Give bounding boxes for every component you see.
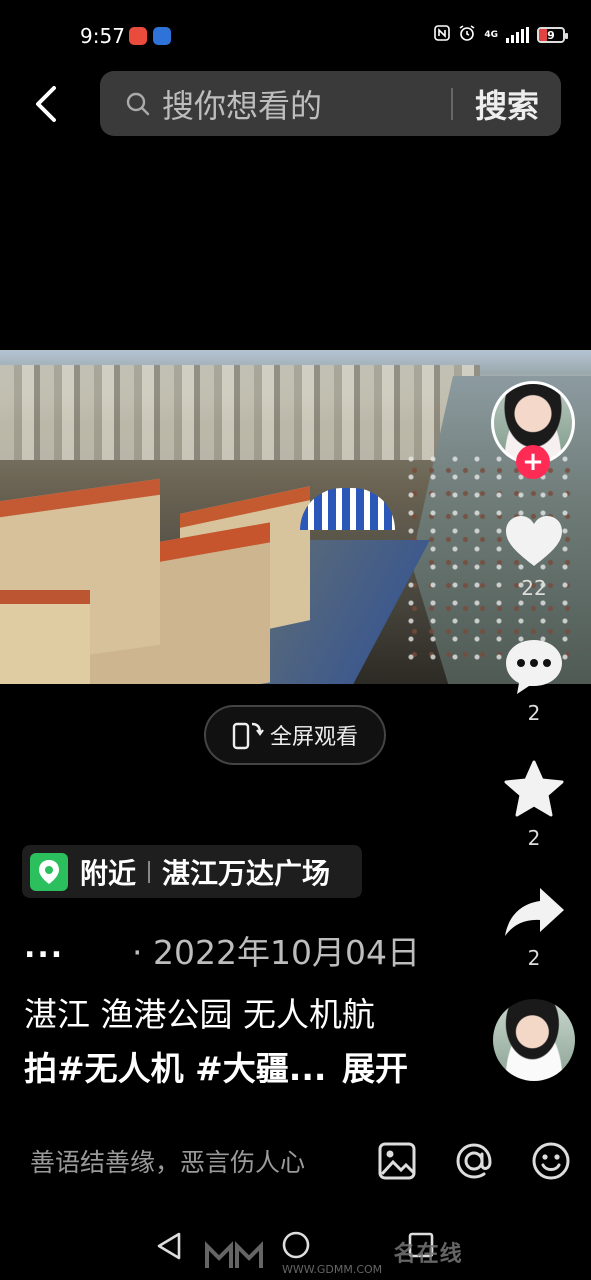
location-name: 湛江万达广场: [162, 856, 331, 890]
network-type: 4G: [484, 29, 498, 40]
music-disc-avatar[interactable]: [493, 999, 575, 1081]
search-divider: [450, 87, 453, 120]
comment-icon: [506, 640, 562, 694]
favorite-button[interactable]: [502, 758, 566, 822]
video-building: [0, 590, 90, 684]
like-button[interactable]: [502, 510, 566, 574]
rotate-screen-icon: [230, 718, 264, 752]
battery-level: 9: [547, 28, 555, 42]
watermark-url: WWW.GDMM.COM: [282, 1263, 383, 1276]
watermark-logo-icon: [205, 1241, 263, 1268]
caption-line-1: 湛江 渔港公园 无人机航: [24, 995, 375, 1034]
triangle-back-icon: [157, 1232, 181, 1260]
share-arrow-icon: [505, 888, 564, 936]
fullscreen-button[interactable]: 全屏观看: [204, 705, 386, 765]
comment-button[interactable]: [502, 634, 566, 698]
caption-line-2[interactable]: 拍#无人机 #大疆...: [24, 1042, 326, 1090]
share-count: 2: [527, 946, 541, 970]
author-name-truncated[interactable]: ...: [24, 930, 64, 965]
app-notification-icon: [129, 27, 147, 45]
signal-icon: [506, 27, 529, 43]
location-tag[interactable]: 附近 湛江万达广场: [22, 845, 362, 898]
alarm-icon: [458, 24, 476, 46]
heart-icon: [506, 516, 562, 566]
like-count: 22: [521, 576, 547, 600]
video-city-skyline: [0, 365, 480, 460]
nfc-icon: [434, 25, 451, 45]
watermark-text: 名在线: [393, 1242, 463, 1267]
status-icons: 4G 9: [434, 24, 568, 46]
expand-caption-button[interactable]: 展开: [342, 1042, 408, 1090]
location-divider: [148, 860, 151, 883]
search-icon: [124, 90, 152, 118]
nav-back-button[interactable]: [155, 1230, 183, 1262]
at-mention-icon[interactable]: [453, 1140, 495, 1182]
fullscreen-label: 全屏观看: [270, 725, 359, 750]
search-input[interactable]: 搜你想看的: [162, 81, 451, 127]
comment-input[interactable]: 善语结善缘，恶言伤人心: [30, 1143, 305, 1179]
follow-button[interactable]: +: [516, 445, 550, 479]
status-time: 9:57: [80, 24, 125, 48]
emoji-icon[interactable]: [530, 1140, 572, 1182]
video-tent-structure: [300, 488, 395, 530]
favorite-count: 2: [527, 826, 541, 850]
battery-icon: 9: [537, 27, 568, 43]
image-icon[interactable]: [376, 1140, 418, 1182]
search-bar[interactable]: 搜你想看的 搜索: [100, 71, 561, 136]
location-pin-icon: [30, 852, 68, 891]
star-icon: [504, 760, 564, 817]
post-date: · 2022年10月04日: [132, 933, 420, 972]
share-button[interactable]: [502, 882, 566, 946]
app-notification-icon: [153, 27, 171, 45]
back-button[interactable]: [26, 82, 66, 126]
location-nearby: 附近: [80, 856, 137, 890]
comment-count: 2: [527, 701, 541, 725]
search-button[interactable]: 搜索: [475, 81, 539, 127]
chevron-left-icon: [36, 86, 56, 122]
